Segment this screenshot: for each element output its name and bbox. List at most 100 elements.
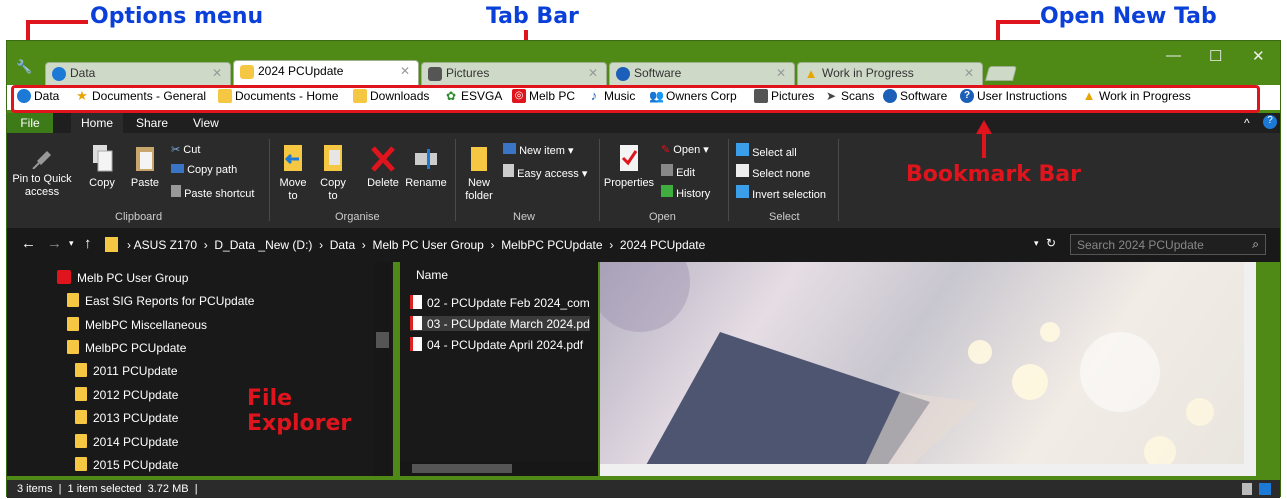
address-dropdown-chevron-icon[interactable]: ▾ bbox=[1034, 238, 1039, 249]
easy-access-button[interactable]: Easy access ▾ bbox=[503, 164, 587, 180]
bookmark-music[interactable]: ♪ Music bbox=[587, 89, 636, 104]
tree-item[interactable]: 2013 PCUpdate bbox=[75, 410, 178, 425]
copy-path-icon bbox=[171, 164, 184, 173]
select-all-button[interactable]: Select all bbox=[736, 143, 797, 159]
invert-selection-button[interactable]: Invert selection bbox=[736, 185, 826, 201]
delete-button[interactable]: Delete bbox=[363, 143, 403, 190]
tree-item[interactable]: 2014 PCUpdate bbox=[75, 434, 178, 449]
back-arrow-icon[interactable]: ← bbox=[21, 235, 36, 252]
close-icon[interactable]: ✕ bbox=[588, 66, 598, 80]
breadcrumb-item[interactable]: 2024 PCUpdate bbox=[620, 238, 705, 252]
edit-button[interactable]: Edit bbox=[661, 164, 695, 179]
vertical-scrollbar[interactable] bbox=[374, 262, 391, 476]
cut-button[interactable]: ✂ Cut bbox=[171, 143, 200, 156]
tab-software[interactable]: Software ✕ bbox=[609, 62, 795, 85]
bookmark-documents-home[interactable]: Documents - Home bbox=[218, 89, 338, 103]
new-tab-button[interactable] bbox=[984, 66, 1018, 81]
tab-label: Software bbox=[634, 66, 682, 80]
copy-to-button[interactable]: Copy to bbox=[315, 143, 351, 203]
tree-item[interactable]: 2015 PCUpdate bbox=[75, 457, 178, 472]
ribbon-separator bbox=[728, 139, 729, 221]
up-arrow-icon[interactable]: ↑ bbox=[84, 235, 92, 252]
tree-item[interactable]: 2012 PCUpdate bbox=[75, 387, 178, 402]
rename-button[interactable]: Rename bbox=[403, 143, 449, 190]
tab-pictures[interactable]: Pictures ✕ bbox=[421, 62, 607, 85]
bookmark-downloads[interactable]: Downloads bbox=[353, 89, 429, 103]
open-button[interactable]: ✎ Open ▾ bbox=[661, 143, 709, 156]
bookmark-data[interactable]: Data bbox=[17, 89, 59, 103]
minimize-button[interactable]: — bbox=[1166, 47, 1181, 64]
file-item[interactable]: 04 - PCUpdate April 2024.pdf bbox=[410, 337, 590, 352]
forward-arrow-icon[interactable]: → bbox=[47, 235, 62, 252]
recent-locations-chevron-icon[interactable]: ▾ bbox=[69, 238, 74, 249]
scrollbar-thumb[interactable] bbox=[412, 464, 512, 473]
preview-horizontal-scrollbar[interactable] bbox=[600, 464, 1244, 476]
paste-button[interactable]: Paste bbox=[127, 143, 163, 190]
tree-item[interactable]: Melb PC User Group bbox=[57, 270, 188, 285]
search-input[interactable]: Search 2024 PCUpdate ⌕ bbox=[1070, 234, 1266, 255]
maximize-button[interactable]: ☐ bbox=[1209, 47, 1222, 65]
bookmark-software[interactable]: Software bbox=[883, 89, 947, 103]
breadcrumb-item[interactable]: Data bbox=[330, 238, 355, 252]
refresh-icon[interactable]: ↻ bbox=[1046, 236, 1056, 250]
bookmark-work-in-progress[interactable]: ▲ Work in Progress bbox=[1082, 89, 1191, 104]
copy-button[interactable]: Copy bbox=[85, 143, 119, 190]
tree-item[interactable]: 2011 PCUpdate bbox=[75, 363, 178, 378]
tab-data[interactable]: Data ✕ bbox=[45, 62, 231, 85]
close-icon[interactable]: ✕ bbox=[400, 64, 410, 78]
tree-item[interactable]: East SIG Reports for PCUpdate bbox=[67, 293, 254, 308]
preview-vertical-scrollbar[interactable] bbox=[1244, 262, 1256, 476]
tab-work-in-progress[interactable]: ▲ Work in Progress ✕ bbox=[797, 62, 983, 85]
details-view-icon[interactable] bbox=[1242, 483, 1252, 495]
tab-view[interactable]: View bbox=[193, 116, 219, 130]
close-icon[interactable]: ✕ bbox=[776, 66, 786, 80]
file-item[interactable]: 02 - PCUpdate Feb 2024_compre bbox=[410, 295, 590, 310]
bookmark-documents-general[interactable]: ★ Documents - General bbox=[75, 89, 206, 104]
history-icon bbox=[661, 185, 673, 197]
pdf-icon bbox=[410, 316, 422, 330]
bookmark-esvga[interactable]: ✿ ESVGA bbox=[444, 89, 502, 103]
bookmark-owners-corp[interactable]: 👥 Owners Corp bbox=[649, 89, 737, 103]
collapse-ribbon-chevron-icon[interactable]: ^ bbox=[1244, 116, 1250, 130]
close-window-button[interactable]: ✕ bbox=[1252, 47, 1265, 65]
column-header-name[interactable]: Name bbox=[416, 268, 448, 282]
breadcrumb-item[interactable]: D_Data _New (D:) bbox=[214, 238, 312, 252]
move-to-icon bbox=[284, 145, 302, 171]
history-button[interactable]: History bbox=[661, 185, 710, 200]
close-icon[interactable]: ✕ bbox=[964, 66, 974, 80]
tree-item[interactable]: MelbPC Miscellaneous bbox=[67, 317, 207, 332]
pin-to-quick-access-button[interactable]: Pin to Quick access bbox=[9, 143, 75, 199]
tab-2024-pcupdate[interactable]: 2024 PCUpdate ✕ bbox=[233, 60, 419, 85]
breadcrumb-item[interactable]: Melb PC User Group bbox=[372, 238, 483, 252]
large-icons-view-icon[interactable] bbox=[1259, 483, 1271, 495]
status-text: 3 items | 1 item selected 3.72 MB | bbox=[17, 483, 198, 495]
bookmark-melb-pc[interactable]: ◎ Melb PC bbox=[512, 89, 575, 103]
move-to-button[interactable]: Move to bbox=[275, 143, 311, 203]
ribbon-tabs: File Home Share View ^ ? bbox=[7, 113, 1280, 133]
tab-home[interactable]: Home bbox=[71, 113, 124, 133]
tab-file[interactable]: File bbox=[7, 113, 53, 133]
horizontal-scrollbar[interactable] bbox=[400, 461, 598, 476]
scrollbar-thumb[interactable] bbox=[376, 332, 389, 348]
tab-share[interactable]: Share bbox=[136, 116, 168, 130]
tab-label: Data bbox=[70, 66, 96, 80]
copy-path-button[interactable]: Copy path bbox=[171, 164, 237, 176]
new-item-button[interactable]: New item ▾ bbox=[503, 143, 573, 157]
status-bar: 3 items | 1 item selected 3.72 MB | bbox=[7, 480, 1280, 498]
select-none-button[interactable]: Select none bbox=[736, 164, 810, 180]
data-globe-icon bbox=[52, 67, 66, 81]
breadcrumb-item[interactable]: ASUS Z170 bbox=[134, 238, 197, 252]
options-menu-wrench-icon[interactable]: 🔧 bbox=[16, 59, 32, 75]
bookmark-pictures[interactable]: Pictures bbox=[754, 89, 814, 103]
breadcrumb-item[interactable]: MelbPC PCUpdate bbox=[501, 238, 602, 252]
help-icon[interactable]: ? bbox=[1263, 115, 1277, 129]
close-icon[interactable]: ✕ bbox=[212, 66, 222, 80]
new-folder-button[interactable]: New folder bbox=[459, 145, 499, 203]
bookmark-user-instructions[interactable]: ? User Instructions bbox=[960, 89, 1067, 103]
file-item-selected[interactable]: 03 - PCUpdate March 2024.pdf bbox=[410, 316, 590, 331]
bookmark-scans[interactable]: ➤ Scans bbox=[824, 89, 874, 103]
annotation-options-menu: Options menu bbox=[90, 4, 264, 29]
tree-item[interactable]: MelbPC PCUpdate bbox=[67, 340, 186, 355]
properties-button[interactable]: Properties bbox=[603, 143, 655, 190]
paste-shortcut-button[interactable]: Paste shortcut bbox=[171, 185, 254, 200]
